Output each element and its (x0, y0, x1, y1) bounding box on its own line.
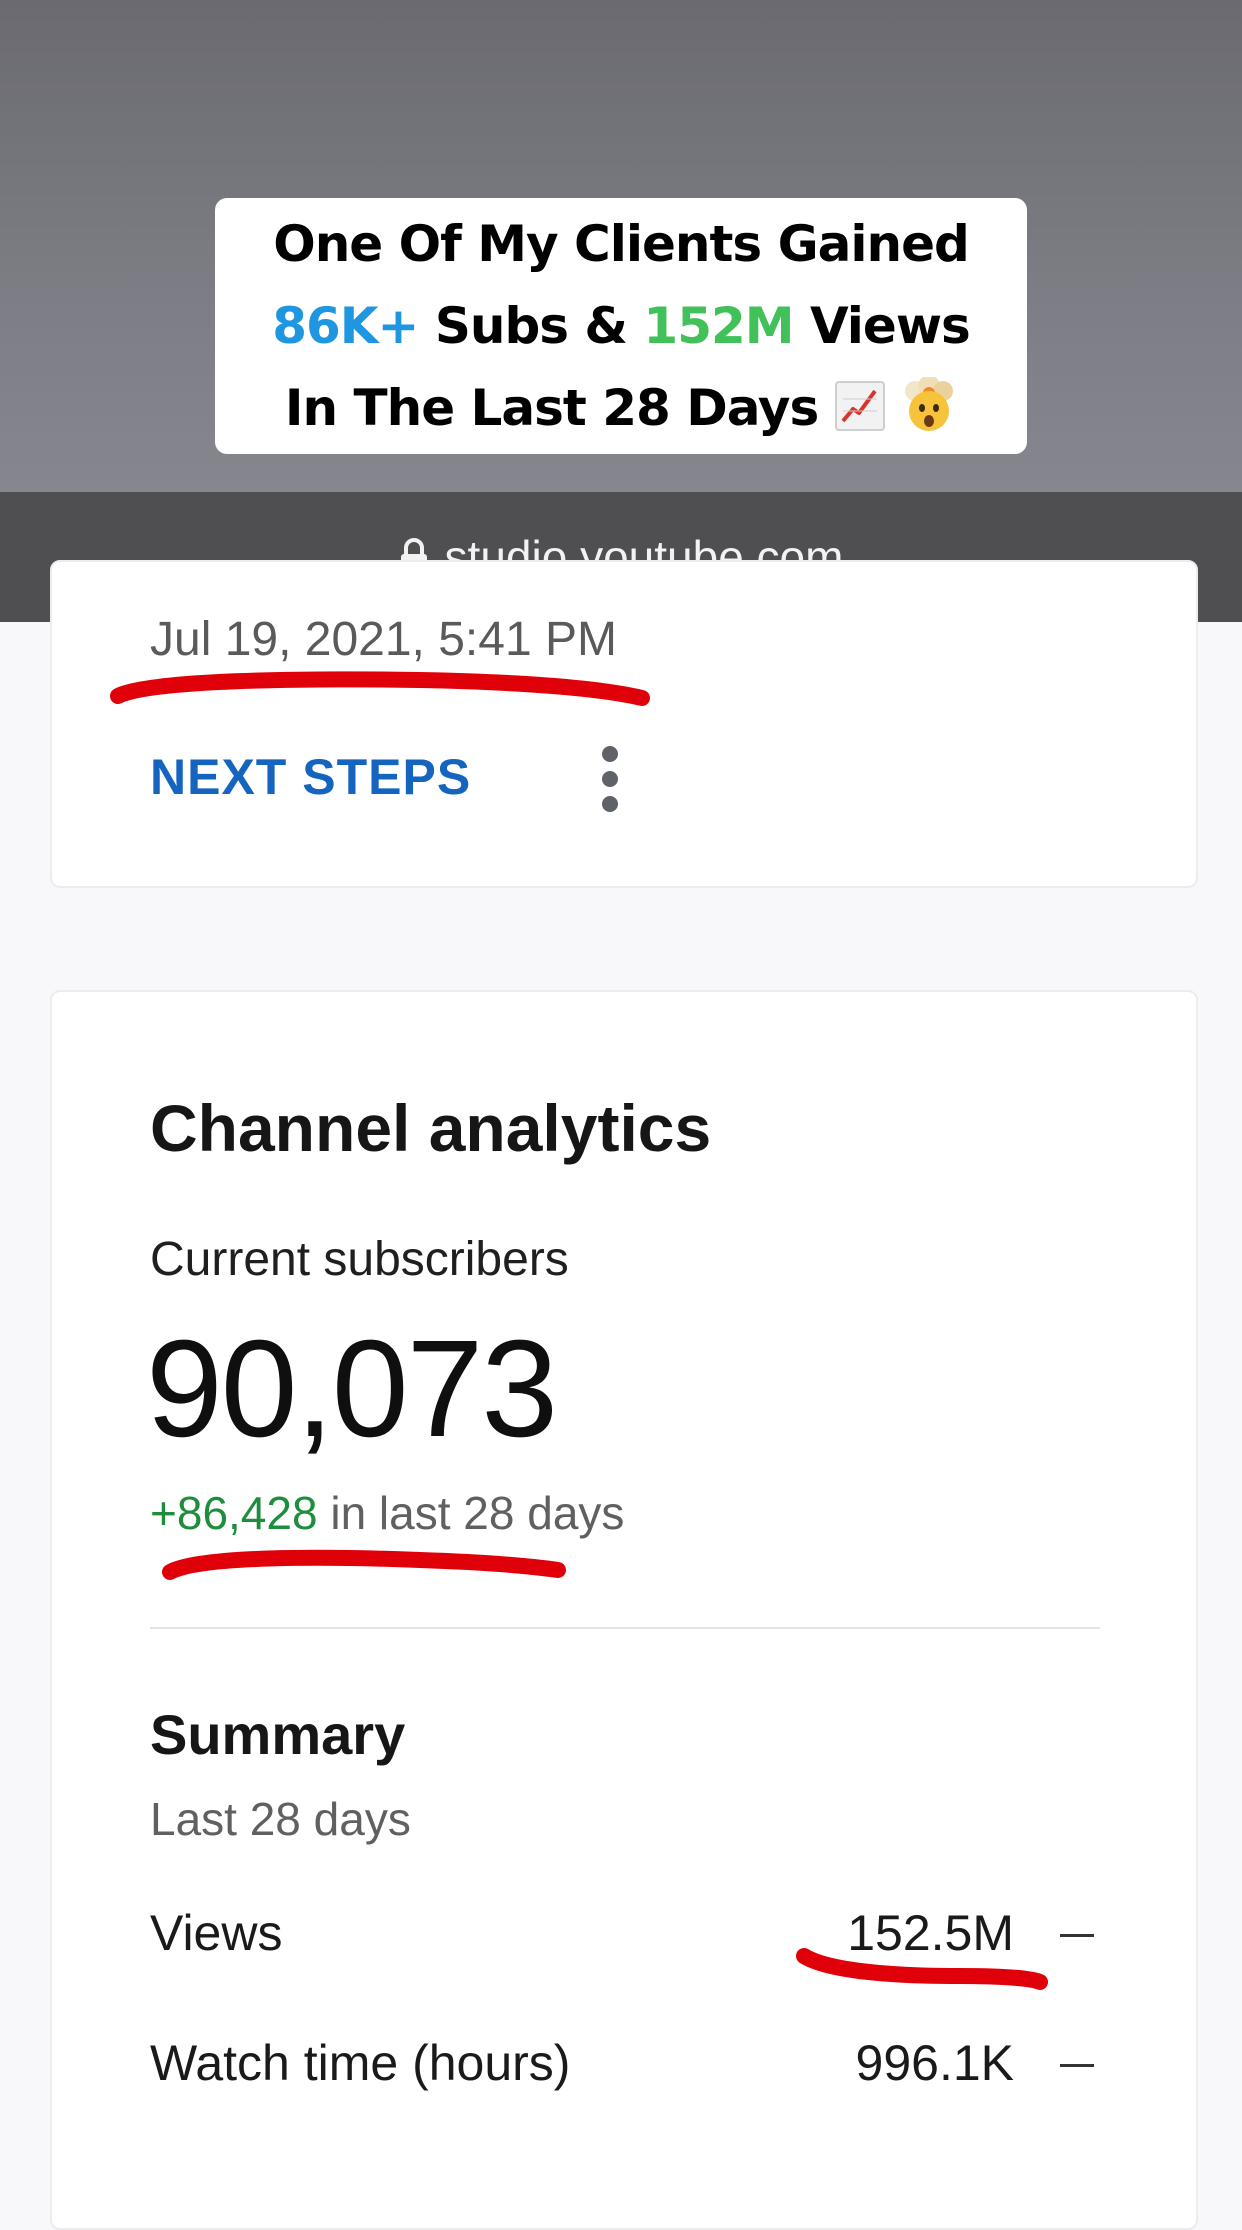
caption-views-count: 152M (643, 297, 794, 355)
metric-value-watch-time: 996.1K (855, 2035, 1014, 2091)
caption-line-3: In The Last 28 Days (285, 367, 957, 449)
metric-label-views: Views (150, 1905, 283, 1961)
metric-value-views: 152.5M (847, 1905, 1014, 1961)
caption-box: One Of My Clients Gained 86K+ Subs & 152… (215, 198, 1027, 454)
subscriber-change-value: +86,428 (150, 1487, 318, 1539)
caption-line-2: 86K+ Subs & 152M Views (272, 285, 971, 367)
upload-date: Jul 19, 2021, 5:41 PM (150, 613, 617, 666)
caption-subs-text: Subs & (418, 297, 644, 355)
dash-icon (1060, 1934, 1094, 1937)
current-subscribers-value: 90,073 (146, 1312, 558, 1466)
more-options-icon[interactable] (600, 746, 620, 812)
exploding-head-icon (901, 375, 957, 431)
caption-views-text: Views (793, 297, 971, 355)
metric-label-watch-time: Watch time (hours) (150, 2035, 571, 2091)
current-subscribers-label: Current subscribers (150, 1233, 569, 1286)
summary-period: Last 28 days (150, 1793, 411, 1845)
video-card (50, 560, 1198, 888)
caption-line-3-text: In The Last 28 Days (284, 379, 835, 437)
subscriber-change-suffix: in last 28 days (317, 1487, 625, 1539)
next-steps-button[interactable]: NEXT STEPS (150, 748, 471, 806)
channel-analytics-title: Channel analytics (150, 1091, 712, 1165)
summary-title: Summary (150, 1703, 406, 1766)
caption-subs-count: 86K+ (272, 297, 419, 355)
subscriber-change: +86,428 in last 28 days (150, 1486, 624, 1540)
caption-line-1: One Of My Clients Gained (273, 215, 970, 273)
dash-icon (1060, 2064, 1094, 2067)
divider (150, 1627, 1100, 1629)
chart-increasing-icon (834, 381, 885, 431)
